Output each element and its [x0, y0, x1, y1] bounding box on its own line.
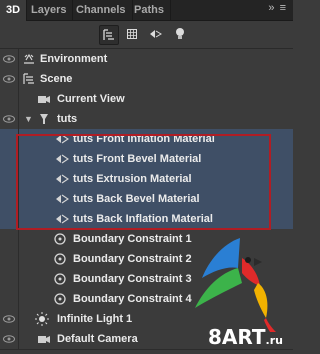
- constraint-icon: [53, 232, 67, 246]
- tab-channels[interactable]: Channels: [70, 0, 133, 20]
- visibility-eye-icon[interactable]: [0, 49, 19, 69]
- parrot-logo: [195, 238, 276, 332]
- light-filter-icon[interactable]: [171, 25, 189, 43]
- visibility-eye-column: [0, 209, 19, 229]
- material-icon: [55, 192, 69, 206]
- filter-toolbar: [0, 21, 293, 49]
- watermark-main: 8ART: [208, 325, 266, 349]
- mesh-icon: [37, 112, 51, 126]
- constraint-icon: [53, 272, 67, 286]
- constraint-icon: [53, 252, 67, 266]
- visibility-eye-icon[interactable]: [0, 329, 19, 349]
- tree-row-label: tuts Front Inflation Material: [73, 133, 215, 145]
- visibility-eye-column: [0, 129, 19, 149]
- tree-row-material[interactable]: tuts Front Bevel Material: [0, 149, 293, 170]
- scene-icon: [22, 72, 36, 86]
- tab-3d[interactable]: 3D: [0, 0, 28, 21]
- tab-layers[interactable]: Layers: [25, 0, 74, 20]
- tree-row-current-view[interactable]: Current View: [0, 89, 293, 110]
- tree-row-material[interactable]: tuts Front Inflation Material: [0, 129, 293, 150]
- tree-row-label: Boundary Constraint 2: [73, 253, 192, 265]
- camera-icon: [37, 92, 51, 106]
- camera-icon: [37, 332, 51, 346]
- tree-row-label: tuts: [57, 113, 78, 125]
- visibility-eye-icon[interactable]: [0, 69, 19, 89]
- material-icon: [55, 132, 69, 146]
- tree-row-environment[interactable]: Environment: [0, 49, 293, 70]
- tree-row-label: Boundary Constraint 1: [73, 233, 192, 245]
- visibility-eye-icon[interactable]: [0, 109, 19, 129]
- visibility-eye-column: [0, 189, 19, 209]
- visibility-eye-column: [0, 89, 19, 109]
- tree-row-label: Default Camera: [57, 333, 138, 345]
- tree-row-label: Boundary Constraint 3: [73, 273, 192, 285]
- visibility-eye-icon[interactable]: [0, 309, 19, 329]
- tree-row-label: tuts Extrusion Material: [73, 173, 192, 185]
- tree-row-label: tuts Front Bevel Material: [73, 153, 202, 165]
- visibility-eye-column: [0, 269, 19, 289]
- visibility-eye-column: [0, 149, 19, 169]
- light-icon: [35, 312, 49, 326]
- mesh-filter-icon[interactable]: [123, 25, 141, 43]
- watermark-text: 8ART.ru: [208, 325, 283, 349]
- visibility-eye-column: [0, 229, 19, 249]
- material-icon: [55, 152, 69, 166]
- tree-row-tuts[interactable]: ▼ tuts: [0, 109, 293, 130]
- tree-row-label: Environment: [40, 53, 108, 65]
- watermark-suffix: .ru: [265, 334, 283, 347]
- tree-row-material[interactable]: tuts Back Bevel Material: [0, 189, 293, 210]
- visibility-eye-column: [0, 169, 19, 189]
- panel-tab-bar: 3D Layers Channels Paths » ≡: [0, 0, 293, 21]
- tree-row-material[interactable]: tuts Back Inflation Material: [0, 209, 293, 230]
- tree-row-scene[interactable]: Scene: [0, 69, 293, 90]
- tab-paths[interactable]: Paths: [128, 0, 171, 20]
- expand-triangle-icon[interactable]: ▼: [24, 113, 34, 125]
- material-icon: [55, 172, 69, 186]
- visibility-eye-column: [0, 249, 19, 269]
- material-icon: [55, 212, 69, 226]
- tree-row-label: Scene: [40, 73, 73, 85]
- panel-menu-icon[interactable]: » ≡: [268, 2, 287, 14]
- tree-row-material[interactable]: tuts Extrusion Material: [0, 169, 293, 190]
- tree-row-label: tuts Back Inflation Material: [73, 213, 213, 225]
- tree-row-label: Boundary Constraint 4: [73, 293, 192, 305]
- scene-filter-icon[interactable]: [99, 25, 119, 45]
- visibility-eye-column: [0, 289, 19, 309]
- material-filter-icon[interactable]: [147, 25, 165, 43]
- constraint-icon: [53, 292, 67, 306]
- environment-icon: [22, 52, 36, 66]
- tree-row-label: Infinite Light 1: [57, 313, 133, 325]
- tree-row-label: tuts Back Bevel Material: [73, 193, 200, 205]
- tree-row-label: Current View: [57, 93, 125, 105]
